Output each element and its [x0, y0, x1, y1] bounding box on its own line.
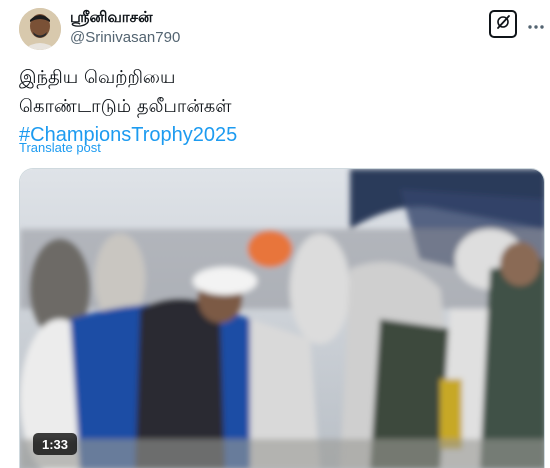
author-name[interactable]: ஸ்ரீனிவாசன் — [70, 8, 153, 28]
tweet-line-2: கொண்டாடும் தலீபான்கள் — [19, 96, 232, 117]
translate-post-link[interactable]: Translate post — [19, 140, 101, 155]
tweet-text: இந்திய வெற்றியை கொண்டாடும் தலீபான்கள் #C… — [19, 63, 529, 150]
grok-icon — [495, 14, 511, 34]
avatar[interactable] — [19, 8, 61, 50]
grok-button[interactable] — [489, 10, 517, 38]
video-duration-badge: 1:33 — [33, 433, 77, 455]
video-player[interactable] — [19, 168, 545, 468]
tweet-line-1: இந்திய வெற்றியை — [19, 67, 176, 88]
more-options-icon — [527, 14, 545, 35]
more-options-button[interactable] — [526, 14, 546, 34]
author-handle[interactable]: @Srinivasan790 — [70, 29, 180, 46]
video-thumbnail — [20, 169, 544, 468]
